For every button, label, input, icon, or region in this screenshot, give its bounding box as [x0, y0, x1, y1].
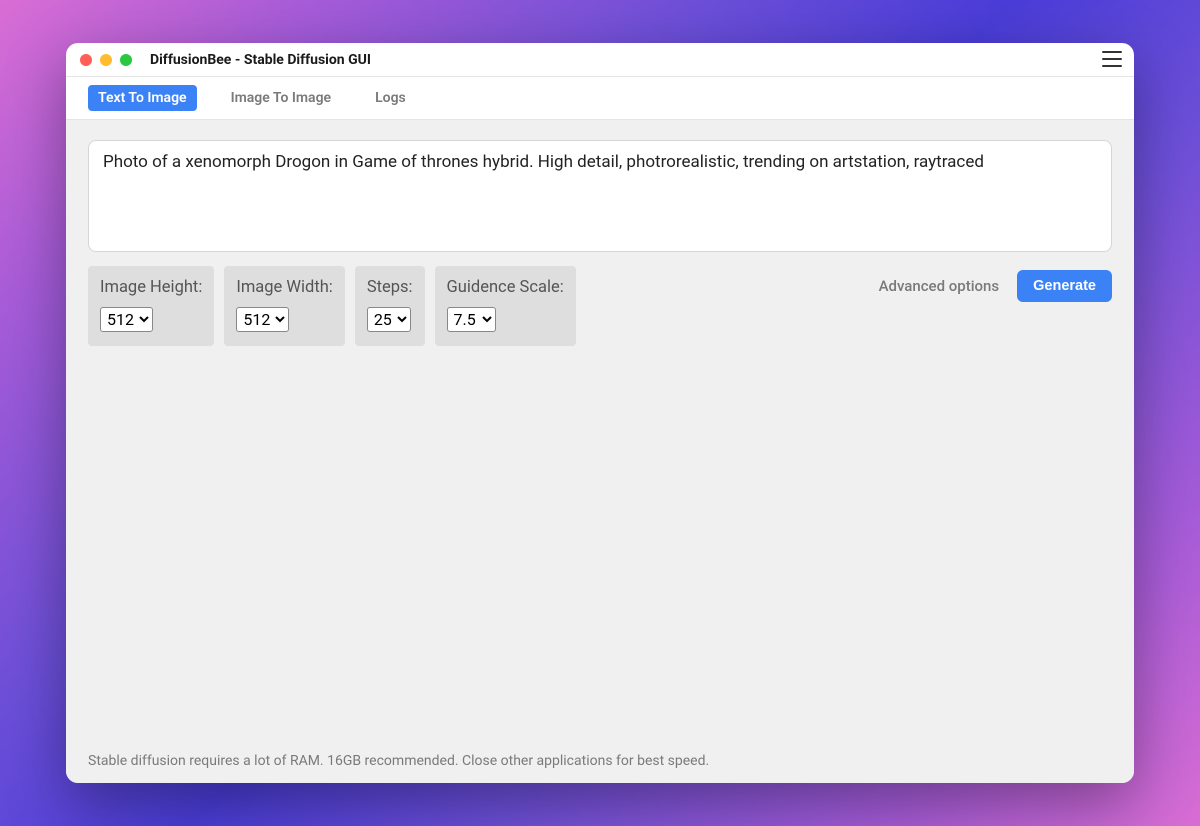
prompt-input[interactable]	[88, 140, 1112, 252]
image-height-label: Image Height:	[100, 278, 202, 297]
footer-note: Stable diffusion requires a lot of RAM. …	[88, 753, 1112, 769]
maximize-icon[interactable]	[120, 54, 132, 66]
generate-button[interactable]: Generate	[1017, 270, 1112, 302]
tab-bar: Text To Image Image To Image Logs	[66, 77, 1134, 120]
option-guidance-scale: Guidence Scale: 7.5	[435, 266, 576, 346]
minimize-icon[interactable]	[100, 54, 112, 66]
guidance-scale-select[interactable]: 7.5	[447, 307, 496, 332]
option-steps: Steps: 25	[355, 266, 425, 346]
close-icon[interactable]	[80, 54, 92, 66]
tab-logs[interactable]: Logs	[365, 85, 416, 111]
hamburger-menu-icon[interactable]	[1102, 51, 1122, 67]
main-content: Image Height: 512 Image Width: 512 Steps…	[66, 120, 1134, 783]
window-controls	[80, 54, 132, 66]
image-height-select[interactable]: 512	[100, 307, 153, 332]
option-image-width: Image Width: 512	[224, 266, 344, 346]
image-width-label: Image Width:	[236, 278, 332, 297]
titlebar: DiffusionBee - Stable Diffusion GUI	[66, 43, 1134, 77]
option-image-height: Image Height: 512	[88, 266, 214, 346]
window-title: DiffusionBee - Stable Diffusion GUI	[150, 52, 371, 68]
options-row: Image Height: 512 Image Width: 512 Steps…	[88, 266, 1112, 346]
advanced-options-link[interactable]: Advanced options	[879, 277, 1000, 295]
app-window: DiffusionBee - Stable Diffusion GUI Text…	[66, 43, 1134, 783]
steps-label: Steps:	[367, 278, 413, 297]
image-width-select[interactable]: 512	[236, 307, 289, 332]
tab-text-to-image[interactable]: Text To Image	[88, 85, 197, 111]
steps-select[interactable]: 25	[367, 307, 411, 332]
guidance-scale-label: Guidence Scale:	[447, 278, 564, 297]
tab-image-to-image[interactable]: Image To Image	[221, 85, 342, 111]
right-actions: Advanced options Generate	[879, 270, 1112, 302]
